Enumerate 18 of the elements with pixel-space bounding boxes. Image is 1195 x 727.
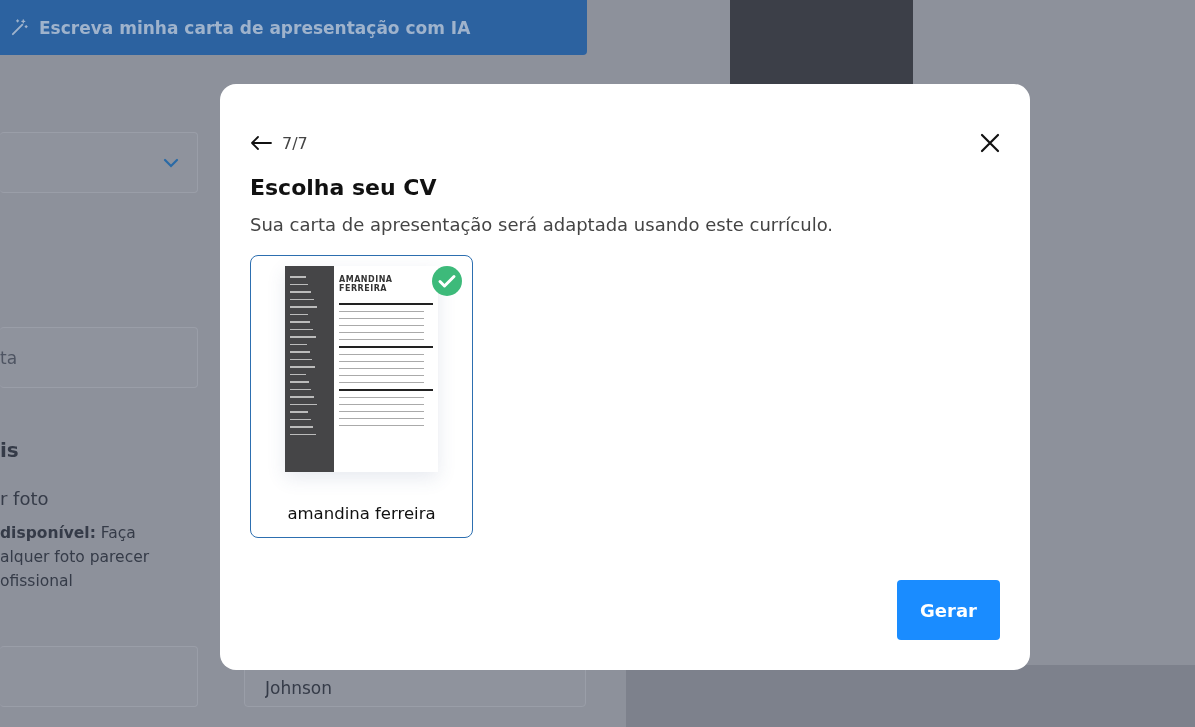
section-heading: is: [0, 438, 20, 464]
generate-button[interactable]: Gerar: [897, 580, 1000, 640]
ai-write-button[interactable]: Escreva minha carta de apresentação com IA: [0, 0, 587, 55]
resume-name: amandina ferreira: [287, 504, 436, 523]
step-counter: 7/7: [282, 133, 308, 153]
resume-name-heading: AMANDINA FERREIRA: [339, 275, 391, 293]
chevron-down-icon: [163, 157, 179, 168]
magic-wand-icon: [10, 18, 29, 37]
close-button[interactable]: [980, 133, 1000, 153]
resume-card[interactable]: AMANDINA FERREIRA amandina ferreira: [250, 255, 473, 538]
photo-label: r foto: [0, 488, 50, 509]
back-button[interactable]: [250, 135, 272, 151]
dialog-subtitle: Sua carta de apresentação será adaptada usando este currículo.: [250, 214, 835, 235]
select-field[interactable]: [0, 132, 198, 193]
photo-note: disponível: Faça alquer foto parecer ofissional: [0, 523, 151, 592]
text-field[interactable]: ta: [0, 327, 198, 388]
check-icon: [432, 266, 462, 296]
dialog-title: Escolha seu CV: [250, 175, 438, 200]
